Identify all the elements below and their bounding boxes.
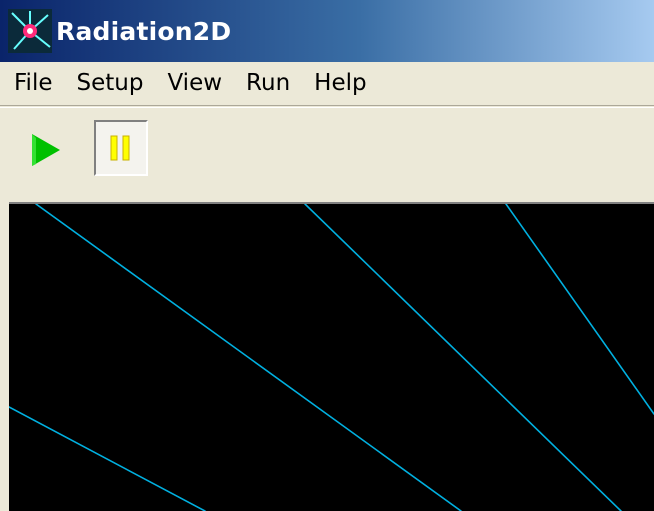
- wavefront-line: [304, 203, 622, 511]
- play-icon: [32, 134, 60, 166]
- menu-file[interactable]: File: [0, 62, 65, 104]
- pause-button[interactable]: [94, 120, 148, 176]
- run-button[interactable]: [18, 120, 72, 176]
- menu-view[interactable]: View: [155, 62, 234, 104]
- wavefront-line: [505, 203, 654, 415]
- window-title: Radiation2D: [56, 16, 232, 46]
- menu-run[interactable]: Run: [234, 62, 302, 104]
- app-window: Radiation2D File Setup View Run Help: [0, 0, 654, 511]
- menu-help[interactable]: Help: [302, 62, 378, 104]
- radiation-app-icon: [8, 9, 52, 53]
- wavefront-lines: [8, 203, 654, 511]
- wavefront-line: [8, 406, 206, 511]
- simulation-canvas[interactable]: [8, 202, 654, 511]
- wavefront-line: [35, 203, 462, 511]
- pause-icon: [110, 135, 130, 161]
- menu-bar: File Setup View Run Help: [0, 62, 654, 104]
- menu-setup[interactable]: Setup: [65, 62, 156, 104]
- title-bar[interactable]: Radiation2D: [0, 0, 654, 62]
- toolbar: [0, 108, 654, 200]
